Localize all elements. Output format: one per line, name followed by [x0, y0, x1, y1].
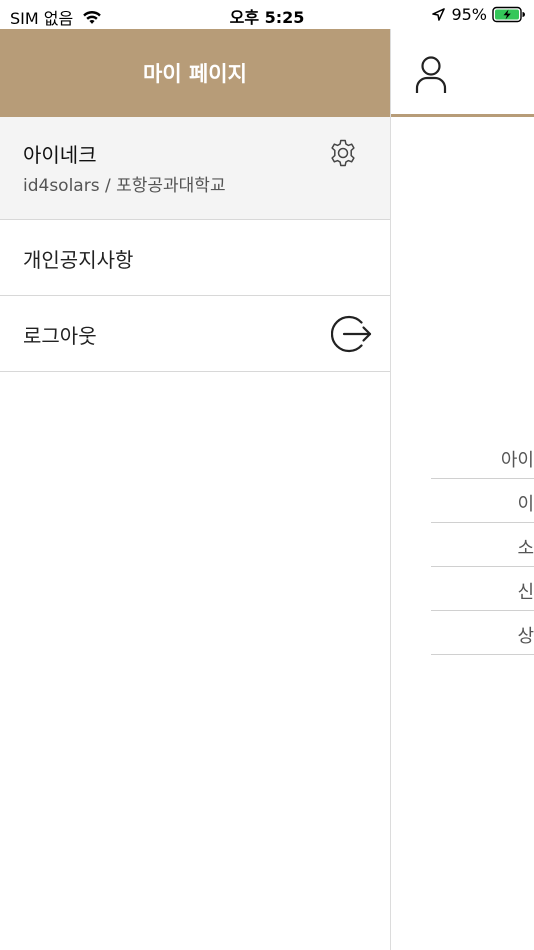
person-icon[interactable] [415, 55, 447, 95]
main-list-item[interactable]: 이 [431, 479, 534, 523]
profile-subtitle: id4solars / 포항공과대학교 [23, 176, 226, 196]
menu-item-label: 로그아웃 [23, 324, 97, 348]
side-drawer: 마이 페이지 아이네크 id4solars / 포항공과대학교 개인공지사항 로… [0, 29, 391, 950]
main-list: 아이 이 소 신 상 [431, 435, 534, 655]
main-list-item[interactable]: 소 [431, 523, 534, 567]
battery-percent: 95% [451, 5, 487, 24]
drawer-header: 마이 페이지 [0, 29, 390, 117]
status-bar: SIM 없음 오후 5:25 95% [0, 0, 534, 29]
location-arrow-icon [432, 8, 446, 21]
main-page: 아이 이 소 신 상 [391, 29, 534, 950]
profile-name: 아이네크 [23, 143, 97, 167]
drawer-title: 마이 페이지 [143, 62, 247, 86]
main-list-item[interactable]: 상 [431, 611, 534, 655]
main-list-item[interactable]: 신 [431, 567, 534, 611]
status-right: 95% [432, 5, 526, 24]
gear-icon[interactable] [328, 138, 358, 168]
battery-charging-icon [492, 6, 525, 23]
logout-icon[interactable] [331, 314, 373, 354]
main-header [391, 29, 534, 117]
profile-row[interactable]: 아이네크 id4solars / 포항공과대학교 [0, 117, 390, 220]
main-list-item[interactable]: 아이 [431, 435, 534, 479]
menu-item-label: 개인공지사항 [23, 248, 134, 272]
menu-item-personal-notices[interactable]: 개인공지사항 [0, 220, 390, 296]
menu-item-logout[interactable]: 로그아웃 [0, 296, 390, 372]
